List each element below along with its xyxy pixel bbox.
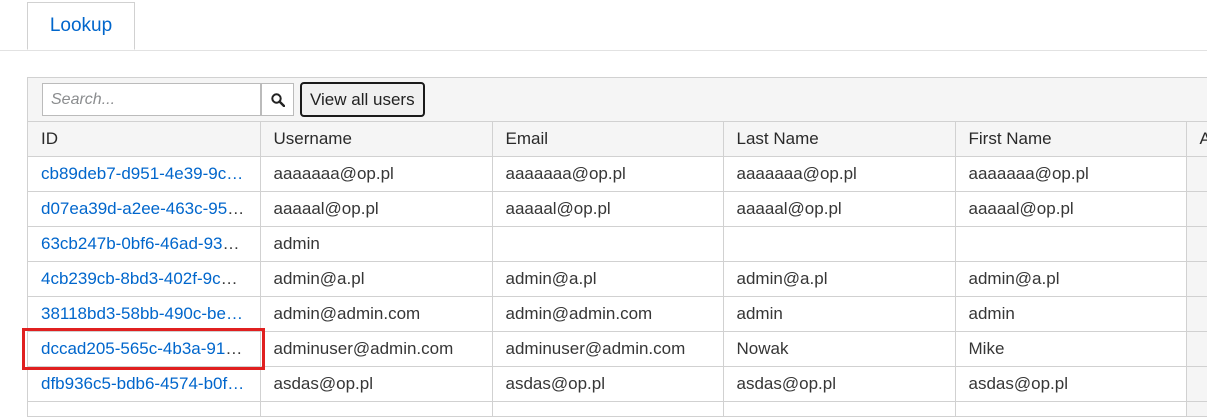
table-row: 63cb247b-0bf6-46ad-932… admin (28, 227, 1207, 262)
last-name-cell: aaaaaaa@op.pl (723, 157, 955, 192)
column-header-id[interactable]: ID (28, 122, 260, 157)
column-header-last-name[interactable]: Last Name (723, 122, 955, 157)
last-name-cell: aaaaal@op.pl (723, 192, 955, 227)
user-id-link[interactable]: dccad205-565c-4b3a-918… (41, 339, 252, 358)
users-panel: View all users ID Username Email Last Na… (27, 77, 1207, 417)
actions-cell (1186, 262, 1207, 297)
column-header-first-name[interactable]: First Name (955, 122, 1186, 157)
actions-cell (1186, 402, 1207, 417)
username-cell (260, 402, 492, 417)
email-cell: asdas@op.pl (492, 367, 723, 402)
table-row: 38118bd3-58bb-490c-be… admin@admin.com a… (28, 297, 1207, 332)
last-name-cell (723, 227, 955, 262)
first-name-cell (955, 227, 1186, 262)
first-name-cell: Mike (955, 332, 1186, 367)
last-name-cell: admin@a.pl (723, 262, 955, 297)
username-cell: aaaaaaa@op.pl (260, 157, 492, 192)
tab-bar: Lookup (0, 0, 1207, 51)
actions-cell (1186, 227, 1207, 262)
username-cell: asdas@op.pl (260, 367, 492, 402)
username-cell: admin (260, 227, 492, 262)
table-row: cb89deb7-d951-4e39-9c… aaaaaaa@op.pl aaa… (28, 157, 1207, 192)
first-name-cell: admin@a.pl (955, 262, 1186, 297)
search-toolbar: View all users (28, 78, 1207, 122)
username-cell: admin@a.pl (260, 262, 492, 297)
user-id-link[interactable]: 4cb239cb-8bd3-402f-9c2… (41, 269, 247, 288)
last-name-cell: Nowak (723, 332, 955, 367)
last-name-cell: admin (723, 297, 955, 332)
table-header-row: ID Username Email Last Name First Name A (28, 122, 1207, 157)
search-button[interactable] (261, 83, 294, 116)
table-row: dfb936c5-bdb6-4574-b0f… asdas@op.pl asda… (28, 367, 1207, 402)
actions-cell (1186, 192, 1207, 227)
table-row: 4cb239cb-8bd3-402f-9c2… admin@a.pl admin… (28, 262, 1207, 297)
actions-cell (1186, 332, 1207, 367)
search-icon (271, 93, 285, 107)
email-cell: admin@a.pl (492, 262, 723, 297)
username-cell: adminuser@admin.com (260, 332, 492, 367)
first-name-cell: asdas@op.pl (955, 367, 1186, 402)
view-all-users-button[interactable]: View all users (300, 82, 425, 117)
last-name-cell: asdas@op.pl (723, 367, 955, 402)
last-name-cell (723, 402, 955, 417)
users-table: ID Username Email Last Name First Name A… (28, 122, 1207, 417)
table-row: d07ea39d-a2ee-463c-95e… aaaaal@op.pl aaa… (28, 192, 1207, 227)
user-id-link[interactable]: dfb936c5-bdb6-4574-b0f… (41, 374, 244, 393)
column-header-email[interactable]: Email (492, 122, 723, 157)
email-cell: aaaaaaa@op.pl (492, 157, 723, 192)
tab-lookup[interactable]: Lookup (27, 2, 135, 50)
column-header-username[interactable]: Username (260, 122, 492, 157)
email-cell: adminuser@admin.com (492, 332, 723, 367)
username-cell: aaaaal@op.pl (260, 192, 492, 227)
email-cell: aaaaal@op.pl (492, 192, 723, 227)
email-cell (492, 402, 723, 417)
user-id-link[interactable]: 63cb247b-0bf6-46ad-932… (41, 234, 249, 253)
email-cell (492, 227, 723, 262)
search-input[interactable] (42, 83, 261, 116)
email-cell: admin@admin.com (492, 297, 723, 332)
actions-cell (1186, 367, 1207, 402)
actions-cell (1186, 297, 1207, 332)
table-row: dccad205-565c-4b3a-918… adminuser@admin.… (28, 332, 1207, 367)
user-id-cell (28, 402, 260, 417)
first-name-cell: aaaaaaa@op.pl (955, 157, 1186, 192)
actions-cell (1186, 157, 1207, 192)
username-cell: admin@admin.com (260, 297, 492, 332)
table-row (28, 402, 1207, 417)
user-id-link[interactable]: d07ea39d-a2ee-463c-95e… (41, 199, 254, 218)
user-id-link[interactable]: cb89deb7-d951-4e39-9c… (41, 164, 243, 183)
user-id-link[interactable]: 38118bd3-58bb-490c-be… (41, 304, 243, 323)
first-name-cell: aaaaal@op.pl (955, 192, 1186, 227)
first-name-cell: admin (955, 297, 1186, 332)
first-name-cell (955, 402, 1186, 417)
column-header-actions[interactable]: A (1186, 122, 1207, 157)
